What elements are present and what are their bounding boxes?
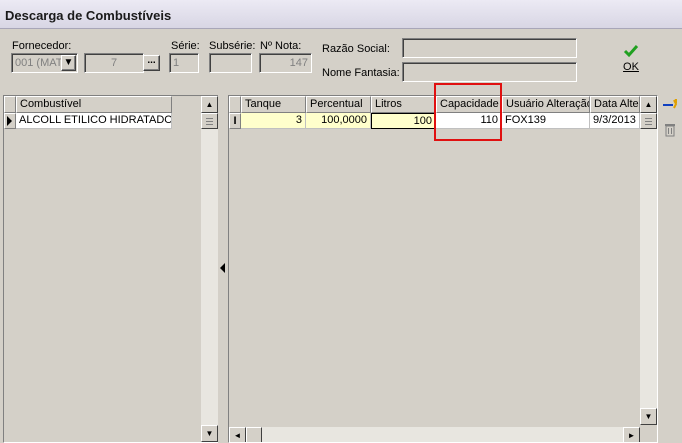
window-titlebar: Descarga de Combustíveis [0, 0, 682, 29]
cell-combustivel[interactable]: ALCOLL ETILICO HIDRATADO [16, 113, 172, 129]
col-header-combustivel[interactable]: Combustível [16, 96, 172, 113]
nome-fantasia-field[interactable] [402, 62, 577, 82]
ok-label: OK [623, 61, 639, 73]
left-grid-vscroll[interactable]: ▲ ▼ [201, 96, 218, 442]
ok-button[interactable]: OK [615, 43, 647, 79]
col-header-data-alteracao[interactable]: Data Alter [590, 96, 640, 113]
scroll-left-button[interactable]: ◄ [229, 427, 246, 442]
serie-label: Série: [171, 40, 200, 52]
scroll-down-button[interactable]: ▼ [640, 408, 657, 425]
chevron-up-icon: ▲ [205, 100, 214, 109]
fornecedor-lookup-button[interactable]: ... [143, 55, 160, 71]
row-indicator-header [4, 96, 16, 113]
window-title: Descarga de Combustíveis [5, 8, 172, 23]
current-row-arrow-icon [7, 116, 12, 126]
nota-field[interactable]: 147 [259, 53, 312, 73]
trash-icon[interactable] [664, 122, 676, 137]
cell-percentual[interactable]: 100,0000 [306, 113, 371, 129]
serie-field[interactable]: 1 [169, 53, 199, 73]
scroll-right-button[interactable]: ► [623, 427, 640, 442]
row-indicator [4, 113, 16, 129]
chevron-up-icon: ▲ [644, 100, 653, 109]
right-grid-vscroll[interactable]: ▲ ▼ [640, 96, 657, 425]
cell-litros[interactable]: 100 [371, 113, 436, 129]
add-row-icon[interactable] [662, 98, 679, 112]
panel-splitter[interactable] [218, 93, 228, 443]
row-tools [658, 93, 682, 443]
cell-usuario-alteracao[interactable]: FOX139 [502, 113, 590, 129]
subserie-label: Subsérie: [209, 40, 256, 52]
nome-fantasia-label: Nome Fantasia: [322, 67, 400, 79]
cell-capacidade[interactable]: 110 [436, 113, 502, 129]
fornecedor-value: 001 (MAT [15, 57, 63, 69]
fornecedor-label: Fornecedor: [12, 40, 72, 52]
chevron-left-icon: ◄ [233, 431, 242, 440]
edit-row-indicator: I [229, 113, 241, 129]
chevron-right-icon: ► [627, 431, 636, 440]
right-grid-hscroll[interactable]: ◄ ► [229, 427, 640, 442]
text-cursor-icon: I [233, 115, 237, 127]
tanque-grid-body [229, 96, 657, 442]
col-header-percentual[interactable]: Percentual [306, 96, 371, 113]
hscroll-thumb[interactable] [246, 427, 262, 442]
col-header-litros[interactable]: Litros [371, 96, 436, 113]
razao-social-field[interactable] [402, 38, 577, 58]
cell-tanque[interactable]: 3 [241, 113, 306, 129]
col-header-tanque[interactable]: Tanque [241, 96, 306, 113]
serie-value: 1 [173, 57, 180, 69]
green-check-icon [615, 43, 647, 61]
chevron-down-icon: ▼ [644, 412, 653, 421]
fornecedor-dropdown-button[interactable]: ▼ [61, 55, 76, 71]
scroll-down-button[interactable]: ▼ [201, 425, 218, 442]
chevron-down-icon: ▼ [205, 429, 214, 438]
cell-data-alteracao[interactable]: 9/3/2013 [590, 113, 640, 129]
col-header-usuario-alteracao[interactable]: Usuário Alteração [502, 96, 590, 113]
tanque-grid[interactable]: Tanque Percentual Litros Capacidade Usuá… [228, 95, 658, 443]
ellipsis-icon: ... [147, 55, 156, 66]
razao-social-label: Razão Social: [322, 43, 390, 55]
combustivel-grid[interactable]: Combustível ALCOLL ETILICO HIDRATADO ▲ ▼ [3, 95, 219, 443]
collapse-left-icon [220, 263, 225, 273]
combustivel-grid-body [4, 96, 218, 442]
scroll-up-button[interactable]: ▲ [201, 96, 218, 113]
scroll-thumb[interactable] [201, 113, 218, 129]
fornecedor-number: 7 [110, 57, 118, 69]
col-header-capacidade[interactable]: Capacidade [436, 96, 502, 113]
chevron-down-icon: ▼ [63, 57, 74, 68]
nota-value: 147 [289, 57, 308, 69]
subserie-field[interactable] [209, 53, 252, 73]
row-indicator-header [229, 96, 241, 113]
nota-label: Nº Nota: [260, 40, 302, 52]
scroll-up-button[interactable]: ▲ [640, 96, 657, 113]
scroll-thumb[interactable] [640, 113, 657, 129]
fornecedor-number-field[interactable]: 7 [84, 53, 144, 73]
